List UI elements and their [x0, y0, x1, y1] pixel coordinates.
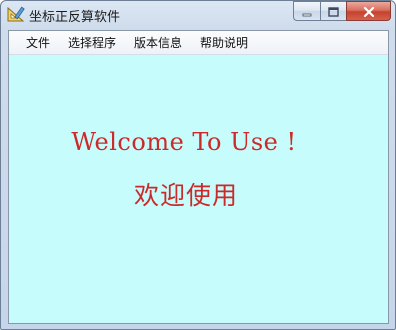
menu-bar: 文件 选择程序 版本信息 帮助说明	[9, 31, 388, 55]
menu-help[interactable]: 帮助说明	[191, 32, 257, 54]
app-window: 坐标正反算软件 文件 选择程序 版本信息 帮助说明 Welcome To Use…	[0, 0, 396, 330]
title-bar[interactable]: 坐标正反算软件	[1, 1, 395, 28]
caption-buttons	[293, 1, 391, 21]
maximize-button[interactable]	[320, 1, 346, 21]
minimize-button[interactable]	[293, 1, 320, 21]
welcome-chinese-text: 欢迎使用	[133, 181, 238, 210]
minimize-icon	[302, 2, 312, 21]
window-title: 坐标正反算软件	[29, 10, 121, 25]
client-area: 文件 选择程序 版本信息 帮助说明 Welcome To Use ! 欢迎使用	[8, 30, 389, 324]
menu-version-info[interactable]: 版本信息	[125, 32, 191, 54]
close-icon	[363, 2, 375, 21]
welcome-panel: Welcome To Use ! 欢迎使用	[9, 56, 388, 323]
ruler-triangle-icon[interactable]	[7, 6, 25, 22]
close-button[interactable]	[346, 1, 391, 21]
welcome-english-text: Welcome To Use !	[71, 128, 297, 156]
maximize-icon	[328, 2, 339, 21]
menu-file[interactable]: 文件	[17, 32, 59, 54]
menu-select-program[interactable]: 选择程序	[59, 32, 125, 54]
